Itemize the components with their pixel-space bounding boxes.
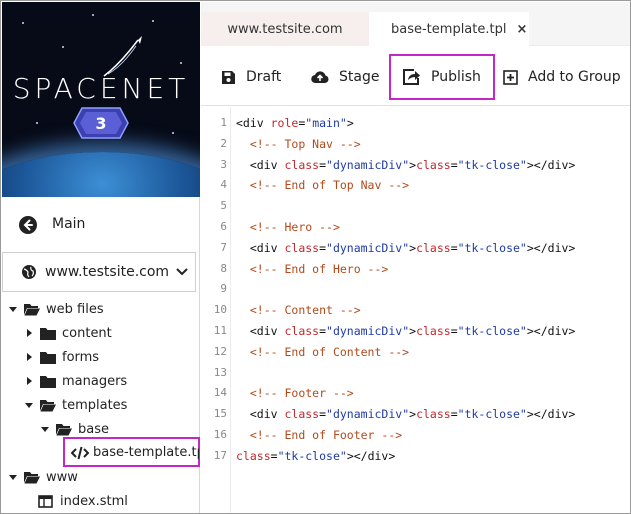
tree-label: www: [46, 469, 78, 485]
line-number: 15: [213, 407, 227, 421]
plus-square-icon: [503, 69, 518, 85]
tree-folder-templates[interactable]: templates: [24, 394, 127, 416]
line-number: 10: [213, 303, 227, 317]
publish-label: Publish: [431, 69, 481, 85]
tree-file-index[interactable]: index.stml: [38, 490, 128, 512]
code-line: <div class="dynamicDiv">class="tk-close"…: [236, 240, 576, 255]
code-editor[interactable]: 1 2 3 4 5 6 7 8 9 10 11 12 13 14 15 16 17 <div role="mai…: [201, 107, 630, 513]
app-window: SPACENET 3 Main www.testsite.com web fil…: [0, 0, 631, 514]
folder-icon: [40, 350, 56, 364]
tree-label: content: [62, 325, 112, 341]
code-line: <div class="dynamicDiv">class="tk-close"…: [236, 157, 576, 172]
main-panel: www.testsite.com base-template.tpl × Dra…: [201, 2, 630, 513]
code-line: <!-- Content -->: [249, 303, 361, 318]
logo-badge-text: 3: [95, 114, 106, 133]
code-line: <!-- End of Footer -->: [249, 428, 403, 442]
chevron-down-icon: [176, 268, 188, 276]
main-nav-link[interactable]: Main: [2, 208, 200, 242]
close-icon[interactable]: ×: [516, 22, 527, 37]
add-to-group-button[interactable]: Add to Group: [503, 54, 621, 100]
tree-label: base-template.tpl: [93, 445, 199, 460]
arrow-left-circle-icon: [19, 216, 37, 234]
add-to-group-label: Add to Group: [528, 69, 621, 85]
code-line: <!-- Top Nav -->: [249, 136, 361, 151]
tree-label: forms: [62, 349, 100, 365]
line-number: 1: [220, 116, 227, 129]
caret-right-icon: [24, 328, 34, 338]
caret-down-icon: [40, 424, 50, 434]
line-number-gutter: 1 2 3 4 5 6 7 8 9 10 11 12 13 14 15 16 17: [201, 107, 231, 513]
tab-label: www.testsite.com: [227, 21, 343, 37]
tree-folder-web-files[interactable]: web files: [8, 298, 104, 320]
logo-wordmark: SPACENET: [12, 72, 190, 105]
line-number: 2: [220, 136, 227, 150]
line-number: 6: [220, 220, 227, 233]
logo-badge: 3: [73, 107, 129, 139]
floppy-disk-icon: [221, 70, 236, 85]
tab-base-template[interactable]: base-template.tpl ×: [369, 12, 529, 46]
spacenet-logo: SPACENET 3: [2, 2, 200, 197]
caret-right-icon: [24, 352, 34, 362]
folder-open-icon: [24, 302, 40, 316]
line-number: 14: [213, 386, 227, 400]
tab-bar: www.testsite.com base-template.tpl ×: [201, 2, 630, 46]
window-icon: [38, 494, 54, 508]
line-number: 5: [220, 199, 227, 213]
line-number: 8: [220, 261, 227, 275]
site-selector[interactable]: www.testsite.com: [2, 252, 196, 292]
site-selector-value: www.testsite.com: [45, 264, 170, 280]
line-number: 9: [220, 282, 227, 296]
tree-folder-www[interactable]: www: [8, 466, 78, 488]
tree-folder-forms[interactable]: forms: [24, 346, 99, 368]
line-number: 7: [220, 240, 227, 254]
code-icon: [70, 445, 90, 464]
line-number: 11: [213, 324, 227, 337]
tree-label: web files: [46, 301, 104, 317]
publish-button[interactable]: Publish: [389, 54, 495, 100]
code-line: class="tk-close"></div>: [236, 448, 396, 463]
line-number: 16: [213, 428, 227, 441]
line-number: 4: [220, 178, 227, 192]
caret-down-icon: [8, 472, 18, 482]
code-line: <div class="dynamicDiv">class="tk-close"…: [236, 324, 576, 338]
line-number: 3: [220, 157, 227, 171]
code-line: <!-- Hero -->: [249, 220, 340, 234]
folder-open-icon: [24, 470, 40, 484]
toolbar: Draft Stage Publish Add to Group: [201, 46, 630, 106]
line-number: 12: [213, 344, 227, 358]
draft-button[interactable]: Draft: [221, 54, 281, 100]
tab-site[interactable]: www.testsite.com: [201, 12, 369, 46]
code-line: <!-- End of Content -->: [249, 344, 410, 359]
main-nav-label: Main: [52, 216, 86, 232]
code-line: <div role="main">: [236, 116, 354, 130]
code-line: <!-- End of Hero -->: [249, 261, 389, 276]
folder-icon: [40, 374, 56, 388]
code-line: <!-- End of Top Nav -->: [249, 178, 410, 193]
tree-label: templates: [62, 397, 128, 413]
caret-down-icon: [8, 304, 18, 314]
caret-right-icon: [24, 376, 34, 386]
line-number: 13: [213, 365, 227, 379]
stage-label: Stage: [339, 69, 380, 85]
stage-button[interactable]: Stage: [311, 54, 379, 100]
code-line: <!-- Footer -->: [249, 386, 354, 401]
folder-open-icon: [56, 422, 72, 436]
tree-label: index.stml: [60, 493, 128, 509]
tree-label: managers: [62, 373, 128, 389]
folder-icon: [40, 326, 56, 340]
tree-file-base-template[interactable]: base-template.tpl: [63, 437, 200, 467]
code-line: <div class="dynamicDiv">class="tk-close"…: [236, 407, 576, 422]
line-number: 17: [213, 448, 227, 462]
sidebar: SPACENET 3 Main www.testsite.com web fil…: [2, 2, 200, 513]
tree-folder-content[interactable]: content: [24, 322, 112, 344]
caret-down-icon: [24, 400, 34, 410]
folder-open-icon: [40, 398, 56, 412]
cloud-upload-icon: [311, 70, 329, 84]
tree-folder-managers[interactable]: managers: [24, 370, 127, 392]
draft-label: Draft: [246, 69, 282, 85]
globe-icon: [22, 265, 36, 279]
share-icon: [403, 69, 421, 85]
tree-label: base: [78, 421, 109, 437]
tab-label: base-template.tpl: [391, 21, 507, 37]
